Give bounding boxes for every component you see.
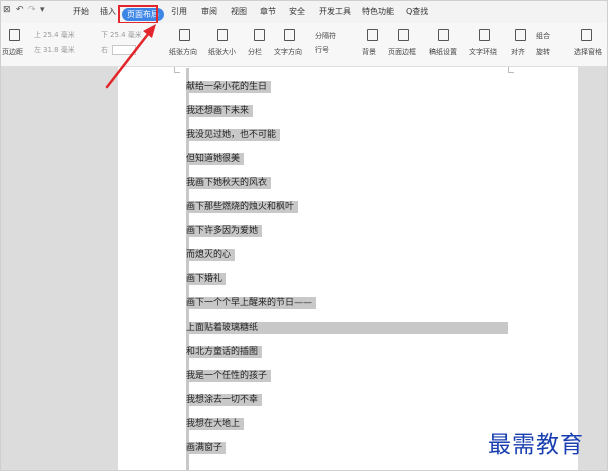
page-corner-mark bbox=[508, 67, 514, 73]
bottom-margin-label: 下 bbox=[101, 31, 108, 39]
left-margin-label: 左 bbox=[34, 46, 41, 54]
ribbon-toolbar: 页边距 上 25.4 毫米 左 31.8 毫米 下 25.4 毫米 右 纸张方向… bbox=[1, 23, 607, 67]
margins-button[interactable]: 页边距 bbox=[2, 47, 23, 57]
text-line[interactable]: 我没见过她，也不可能 bbox=[186, 129, 281, 141]
selection-pane-button[interactable]: 选择窗格 bbox=[574, 47, 602, 57]
columns-button[interactable]: 分栏 bbox=[248, 47, 262, 57]
text-line[interactable]: 上面贴着玻璃糖纸 bbox=[186, 322, 508, 334]
orientation-icon[interactable] bbox=[179, 29, 190, 41]
tab-security[interactable]: 安全 bbox=[289, 6, 305, 17]
margins-icon[interactable] bbox=[9, 29, 20, 41]
paper-size-icon[interactable] bbox=[217, 29, 228, 41]
top-margin-field[interactable]: 25.4 毫米 bbox=[43, 30, 75, 40]
draft-settings-button[interactable]: 稿纸设置 bbox=[429, 47, 457, 57]
align-button[interactable]: 对齐 bbox=[511, 47, 525, 57]
highlight-box bbox=[118, 5, 158, 24]
menu-bar: ⊠ ↶ ↷ ▾ 开始 插入 页面布局 引用 审阅 视图 章节 安全 开发工具 特… bbox=[1, 1, 607, 23]
text-direction-button[interactable]: 文字方向 bbox=[274, 47, 302, 57]
line-numbers-button[interactable]: 行号 bbox=[315, 45, 329, 55]
text-wrap-button[interactable]: 文字环绕 bbox=[469, 47, 497, 57]
undo-icon[interactable]: ↶ bbox=[16, 5, 24, 15]
tab-review[interactable]: 审阅 bbox=[201, 6, 217, 17]
text-line[interactable]: 画满窗子 bbox=[186, 442, 227, 454]
align-icon[interactable] bbox=[515, 29, 526, 41]
text-line[interactable]: 画下婚礼 bbox=[186, 273, 227, 285]
tab-references[interactable]: 引用 bbox=[171, 6, 187, 17]
search-tab[interactable]: Q查找 bbox=[406, 6, 428, 17]
orientation-button[interactable]: 纸张方向 bbox=[169, 47, 197, 57]
text-wrap-icon[interactable] bbox=[479, 29, 490, 41]
group-button[interactable]: 组合 bbox=[536, 31, 550, 41]
tab-insert[interactable]: 插入 bbox=[100, 6, 116, 17]
redo-icon[interactable]: ↷ bbox=[28, 5, 36, 15]
document-canvas[interactable] bbox=[1, 67, 607, 470]
watermark-logo: 最需教育 bbox=[488, 432, 584, 458]
page-border-button[interactable]: 页面边框 bbox=[388, 47, 416, 57]
app-window: ⊠ ↶ ↷ ▾ 开始 插入 页面布局 引用 审阅 视图 章节 安全 开发工具 特… bbox=[0, 0, 608, 471]
paper-size-button[interactable]: 纸张大小 bbox=[208, 47, 236, 57]
text-line[interactable]: 画下一个个早上醒来的节日—— bbox=[186, 297, 317, 309]
text-line[interactable]: 但知道她很美 bbox=[186, 153, 245, 165]
bottom-margin-field[interactable]: 25.4 毫米 bbox=[110, 30, 142, 40]
text-line[interactable]: 画下许多因为爱她 bbox=[186, 225, 263, 237]
right-margin-label: 右 bbox=[101, 46, 108, 54]
tab-developer[interactable]: 开发工具 bbox=[319, 6, 351, 17]
left-margin-field[interactable]: 31.8 毫米 bbox=[43, 45, 75, 55]
text-line[interactable]: 我想在大地上 bbox=[186, 418, 245, 430]
draft-settings-icon[interactable] bbox=[438, 29, 449, 41]
menu-icon[interactable]: ⊠ bbox=[3, 5, 11, 15]
text-line[interactable]: 和北方童话的插图 bbox=[186, 346, 263, 358]
text-line[interactable]: 献给一朵小花的生日 bbox=[186, 81, 272, 93]
rotate-button[interactable]: 旋转 bbox=[536, 47, 550, 57]
tab-home[interactable]: 开始 bbox=[73, 6, 89, 17]
text-line[interactable]: 我还想画下未来 bbox=[186, 105, 254, 117]
text-direction-icon[interactable] bbox=[284, 29, 295, 41]
columns-icon[interactable] bbox=[254, 29, 265, 41]
text-line[interactable]: 而熄灭的心 bbox=[186, 249, 236, 261]
tab-section[interactable]: 章节 bbox=[260, 6, 276, 17]
page-corner-mark bbox=[174, 67, 180, 73]
page-border-icon[interactable] bbox=[398, 29, 409, 41]
quick-access-more-icon[interactable]: ▾ bbox=[40, 5, 45, 15]
tab-special-features[interactable]: 特色功能 bbox=[362, 6, 394, 17]
text-line[interactable]: 我画下她秋天的风衣 bbox=[186, 177, 272, 189]
background-icon[interactable] bbox=[367, 29, 378, 41]
selection-pane-icon[interactable] bbox=[581, 29, 592, 41]
breaks-button[interactable]: 分隔符 bbox=[315, 31, 336, 41]
right-margin-field[interactable] bbox=[112, 45, 136, 55]
text-line[interactable]: 我想涂去一切不幸 bbox=[186, 394, 263, 406]
text-line[interactable]: 画下那些燃烧的烛火和枫叶 bbox=[186, 201, 299, 213]
tab-view[interactable]: 视图 bbox=[231, 6, 247, 17]
text-line[interactable]: 我是一个任性的孩子 bbox=[186, 370, 272, 382]
background-button[interactable]: 背景 bbox=[362, 47, 376, 57]
top-margin-label: 上 bbox=[34, 31, 41, 39]
